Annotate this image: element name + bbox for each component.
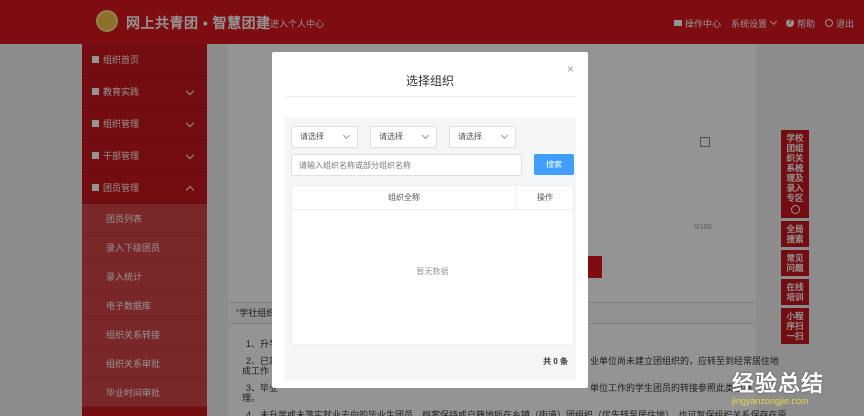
org-table: 组织全称 操作 暂无数据 <box>291 185 574 345</box>
search-button[interactable]: 搜索 <box>534 154 574 175</box>
table-header: 组织全称 操作 <box>292 186 573 210</box>
dialog-body: 请选择 请选择 请选择 搜索 组织全称 操作 暂无数据 共 0 条 <box>284 117 576 381</box>
dialog-title: 选择组织 <box>405 74 454 88</box>
divider <box>284 96 576 97</box>
total-count: 共 0 条 <box>543 357 568 366</box>
column-header-action: 操作 <box>537 193 553 202</box>
close-icon[interactable]: × <box>567 62 574 76</box>
empty-state: 暂无数据 <box>416 267 449 276</box>
chevron-down-icon <box>342 131 351 140</box>
org-name-search-input[interactable] <box>291 154 522 176</box>
select-value: 请选择 <box>300 132 324 141</box>
city-select[interactable]: 请选择 <box>370 126 437 148</box>
chevron-down-icon <box>421 131 430 140</box>
select-value: 请选择 <box>458 132 482 141</box>
province-select[interactable]: 请选择 <box>291 126 358 148</box>
watermark-main: 经验总结 <box>732 371 825 396</box>
district-select[interactable]: 请选择 <box>449 126 516 148</box>
select-org-dialog: 选择组织 × 请选择 请选择 请选择 搜索 组织全称 操作 暂无数据 共 0 条 <box>272 52 588 388</box>
site-watermark: 经验总结 jingyanzongjie.com <box>732 366 824 406</box>
chevron-down-icon <box>500 131 509 140</box>
column-header-org-name: 组织全称 <box>292 186 517 210</box>
select-value: 请选择 <box>379 132 403 141</box>
